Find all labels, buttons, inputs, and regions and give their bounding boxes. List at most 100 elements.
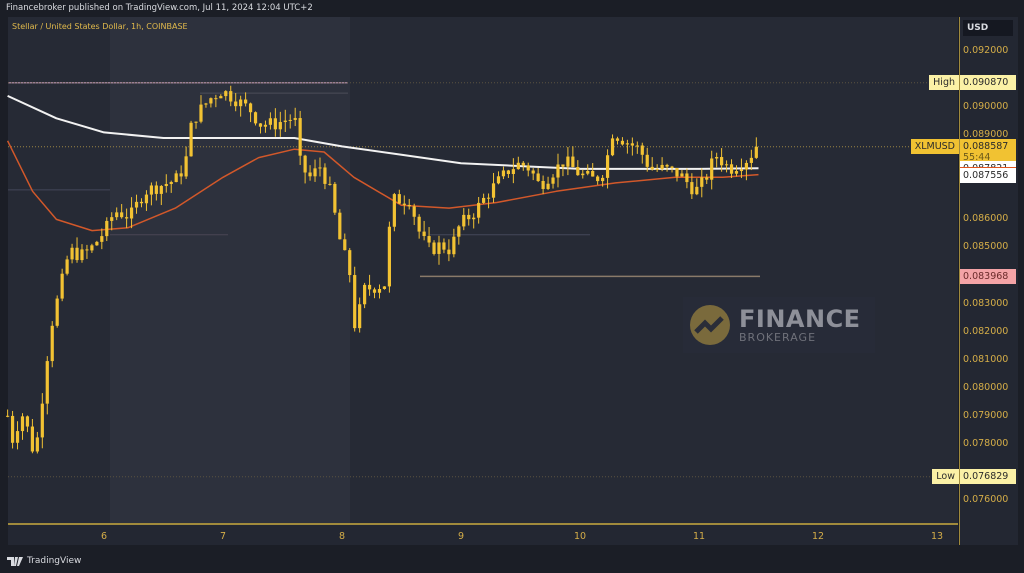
- candle-body: [377, 288, 382, 293]
- currency-label[interactable]: USD: [963, 20, 1013, 36]
- candle-body: [80, 249, 84, 261]
- candle-body: [323, 167, 327, 184]
- candle-body: [105, 220, 109, 237]
- candle-body: [655, 168, 659, 170]
- candle-body: [179, 173, 183, 177]
- candle-body: [199, 104, 203, 122]
- candle-body: [690, 182, 694, 195]
- price-tick: 0.086000: [963, 213, 1009, 225]
- time-tick: 11: [692, 531, 706, 542]
- candle-body: [75, 247, 79, 261]
- candle-body: [169, 182, 173, 185]
- tradingview-logo-icon: [7, 556, 23, 566]
- candle-body: [214, 98, 218, 100]
- candle-body: [100, 236, 104, 242]
- symbol-title: Stellar / United States Dollar, 1h, COIN…: [12, 22, 188, 31]
- candle-body: [144, 194, 149, 204]
- candle-body: [338, 212, 342, 240]
- candle-body: [90, 245, 94, 251]
- candle-body: [125, 217, 129, 219]
- price-tick: 0.081000: [963, 353, 1009, 365]
- candle-body: [60, 273, 64, 299]
- candle-body: [174, 173, 178, 183]
- candle-body: [234, 101, 238, 107]
- candle-body: [412, 206, 416, 217]
- price-label: 0.076829: [960, 469, 1016, 485]
- candle-body: [700, 177, 704, 187]
- price-chart[interactable]: [0, 17, 958, 523]
- candle-body: [650, 166, 654, 170]
- candle-body: [472, 217, 476, 220]
- candle-body: [229, 91, 233, 102]
- finance-brokerage-watermark: FINANCE BROKERAGE: [683, 297, 875, 353]
- candle-body: [556, 164, 560, 178]
- candle-body: [407, 204, 411, 207]
- candle-body: [739, 169, 744, 172]
- candle-body: [457, 226, 461, 237]
- candle-body: [358, 304, 362, 329]
- brokerage-logo-icon: [690, 305, 730, 345]
- candle-body: [204, 103, 208, 105]
- candle-body: [159, 186, 163, 194]
- candle-body: [278, 122, 282, 130]
- candle-body: [586, 170, 590, 174]
- candle-body: [85, 249, 89, 251]
- candle-body: [55, 298, 59, 326]
- candle-body: [224, 91, 228, 97]
- candle-body: [452, 236, 456, 255]
- candle-body: [491, 183, 496, 198]
- candle-body: [536, 173, 540, 181]
- candle-body: [6, 415, 10, 417]
- candle-body: [526, 165, 530, 171]
- time-tick: 9: [457, 531, 465, 542]
- time-tick: 13: [930, 531, 944, 542]
- candle-body: [645, 154, 649, 167]
- candle-body: [397, 194, 401, 204]
- candle-body: [734, 171, 739, 174]
- time-tick: 10: [573, 531, 587, 542]
- candle-body: [318, 167, 322, 169]
- candle-body: [70, 247, 74, 260]
- candle-body: [506, 170, 511, 174]
- candle-body: [447, 249, 451, 255]
- candle-body: [432, 242, 436, 254]
- candle-body: [710, 158, 714, 180]
- price-tick: 0.085000: [963, 241, 1009, 253]
- candle-body: [328, 183, 332, 185]
- candle-body: [363, 284, 367, 305]
- candle-body: [239, 99, 243, 107]
- candle-body: [576, 167, 580, 176]
- footer-bar: [0, 545, 1024, 573]
- candle-body: [248, 103, 253, 113]
- time-tick: 6: [100, 531, 108, 542]
- candle-body: [531, 170, 535, 174]
- candle-body: [675, 167, 679, 177]
- price-label-tag: Low: [932, 469, 959, 485]
- candle-body: [129, 207, 134, 219]
- candle-body: [462, 214, 466, 227]
- candle-body: [343, 239, 347, 251]
- candle-body: [705, 177, 709, 180]
- candle-body: [353, 275, 357, 329]
- candle-body: [581, 173, 585, 176]
- candle-body: [610, 138, 615, 156]
- candle-body: [298, 118, 302, 156]
- candle-body: [720, 157, 724, 166]
- candle-body: [65, 259, 69, 274]
- price-label-tag: XLMUSD: [910, 139, 959, 155]
- candle-body: [477, 202, 481, 218]
- candle-body: [496, 176, 501, 184]
- candle-body: [680, 173, 684, 177]
- price-tick: 0.090000: [963, 101, 1009, 113]
- candle-body: [551, 177, 555, 184]
- tradingview-logo[interactable]: TradingView: [7, 556, 81, 566]
- candle-body: [387, 226, 392, 287]
- candle-body: [402, 203, 406, 205]
- candle-body: [596, 176, 600, 182]
- price-label: 0.083968: [960, 268, 1016, 284]
- candle-body: [670, 166, 674, 168]
- candle-body: [219, 96, 223, 99]
- candle-body: [640, 145, 644, 155]
- tradingview-brand: TradingView: [27, 556, 82, 566]
- candle-body: [154, 185, 158, 194]
